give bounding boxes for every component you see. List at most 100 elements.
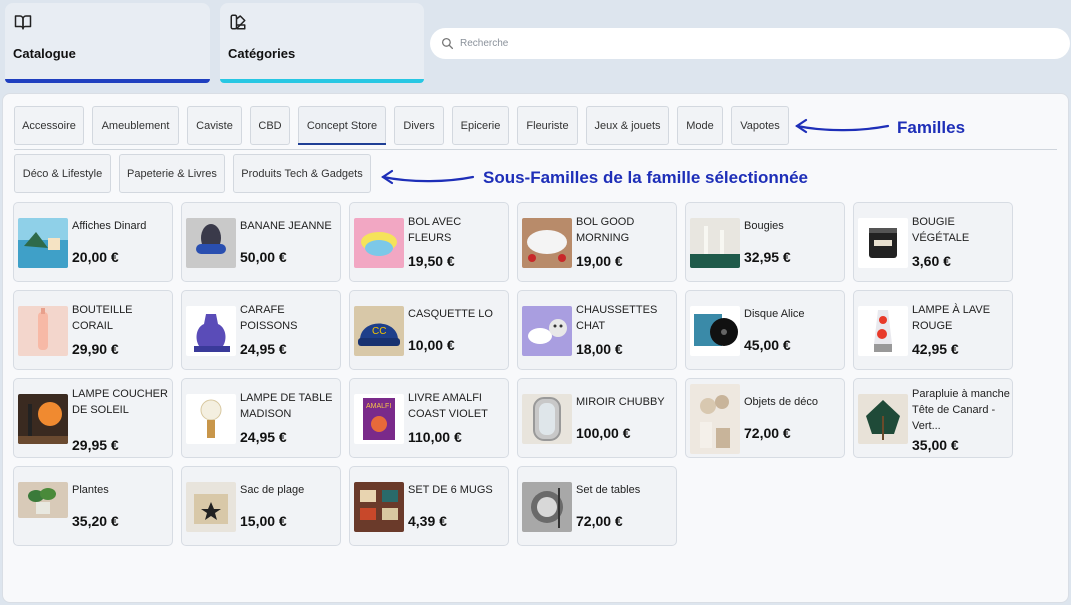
product-name: Set de tables [576,484,641,496]
product-price: 29,90 € [72,341,119,357]
product-thumbnail [522,306,572,356]
family-chip-concept-store-label: Concept Store [306,119,378,132]
product-name: Objets de déco [744,396,818,408]
family-chip-fleuriste[interactable]: Fleuriste [517,106,578,145]
search-bar [430,28,1070,59]
product-price: 18,00 € [576,341,623,357]
product-price: 72,00 € [744,425,791,441]
subfamily-chip-deco-lifestyle[interactable]: Déco & Lifestyle [14,154,111,193]
product-name: CASQUETTE LO [408,308,493,320]
book-icon [14,15,32,30]
categories-icon [230,14,246,30]
product-card[interactable]: BANANE JEANNE 50,00 € [181,202,341,282]
family-chip-mode[interactable]: Mode [677,106,723,145]
product-card[interactable]: Sac de plage 15,00 € [181,466,341,546]
product-name: Plantes [72,484,109,496]
product-price: 42,95 € [912,341,959,357]
product-price: 72,00 € [576,513,623,529]
product-name: Bougies [744,220,784,232]
tab-catalogue-accent-bar [5,79,210,83]
selected-family-underline [298,143,386,145]
tab-categories-label: Catégories [228,46,296,61]
tab-categories-accent-bar [220,79,424,83]
product-name: BOL AVEC FLEURS [408,216,462,244]
product-name: LAMPE DE TABLE MADISON [240,392,333,420]
product-price: 35,00 € [912,437,959,453]
product-name: Parapluie à manche Tête de Canard - Vert… [912,388,1010,432]
product-thumbnail: AMALFI [354,394,404,444]
product-card[interactable]: LAMPE À LAVE ROUGE 42,95 € [853,290,1013,370]
product-card[interactable]: MIROIR CHUBBY 100,00 € [517,378,677,458]
subfamilies-annotation: Sous-Familles de la famille sélectionnée [483,168,809,187]
product-name: BANANE JEANNE [240,220,332,232]
family-chip-divers[interactable]: Divers [394,106,444,145]
svg-text:AMALFI: AMALFI [366,403,391,410]
product-card[interactable]: Objets de déco 72,00 € [685,378,845,458]
product-thumbnail [858,394,908,444]
product-thumbnail [690,384,740,454]
product-thumbnail [18,394,68,444]
svg-text:CC: CC [372,326,386,337]
family-chip-epicerie[interactable]: Epicerie [452,106,509,145]
product-card[interactable]: LAMPE COUCHER DE SOLEIL 29,95 € [13,378,173,458]
product-price: 32,95 € [744,249,791,265]
product-card[interactable]: AMALFI LIVRE AMALFI COAST VIOLET 110,00 … [349,378,509,458]
family-chip-concept-store[interactable]: Concept Store [298,106,386,145]
product-thumbnail [354,482,404,532]
family-chip-caviste[interactable]: Caviste [187,106,242,145]
product-card[interactable]: BOUTEILLE CORAIL 29,90 € [13,290,173,370]
product-price: 24,95 € [240,341,287,357]
product-card[interactable]: Bougies 32,95 € [685,202,845,282]
product-price: 10,00 € [408,337,455,353]
product-card[interactable]: CC CASQUETTE LO 10,00 € [349,290,509,370]
product-price: 19,50 € [408,253,455,269]
product-card[interactable]: BOUGIE VÉGÉTALE 3,60 € [853,202,1013,282]
subfamily-chip-papeterie-livres[interactable]: Papeterie & Livres [119,154,225,193]
family-chip-vapotes[interactable]: Vapotes [731,106,789,145]
families-annotation: Familles [897,118,966,137]
product-name: LAMPE COUCHER DE SOLEIL [72,388,168,416]
tab-categories[interactable]: Catégories [220,3,424,83]
search-input[interactable] [460,32,1040,55]
family-chip-ameublement[interactable]: Ameublement [92,106,179,145]
family-chip-jeux-jouets[interactable]: Jeux & jouets [586,106,669,145]
product-card[interactable]: CHAUSSETTES CHAT 18,00 € [517,290,677,370]
tab-catalogue[interactable]: Catalogue [5,3,210,83]
product-card[interactable]: Affiches Dinard 20,00 € [13,202,173,282]
product-name: Sac de plage [240,484,305,496]
product-name: BOL GOOD MORNING [576,216,635,244]
product-price: 45,00 € [744,337,791,353]
product-thumbnail [186,218,236,268]
product-card[interactable]: SET DE 6 MUGS 4,39 € [349,466,509,546]
product-card[interactable]: BOL GOOD MORNING 19,00 € [517,202,677,282]
tab-catalogue-label: Catalogue [13,46,76,61]
product-thumbnail [186,306,236,356]
product-name: Disque Alice [744,308,805,320]
product-card[interactable]: Plantes 35,20 € [13,466,173,546]
product-thumbnail [186,394,236,444]
family-chip-cbd[interactable]: CBD [250,106,290,145]
product-card[interactable]: LAMPE DE TABLE MADISON 24,95 € [181,378,341,458]
product-thumbnail [858,306,908,356]
product-thumbnail [522,218,572,268]
product-thumbnail [690,306,740,356]
product-thumbnail [690,218,740,268]
product-price: 24,95 € [240,429,287,445]
subfamily-chip-produits-tech-gadgets[interactable]: Produits Tech & Gadgets [233,154,371,193]
families-divider [14,149,1057,150]
product-card[interactable]: Set de tables 72,00 € [517,466,677,546]
product-thumbnail [18,482,68,518]
product-thumbnail [522,482,572,532]
product-price: 20,00 € [72,249,119,265]
family-chip-accessoire[interactable]: Accessoire [14,106,84,145]
search-icon [441,37,454,50]
product-card[interactable]: Parapluie à manche Tête de Canard - Vert… [853,378,1013,458]
product-card[interactable]: BOL AVEC FLEURS 19,50 € [349,202,509,282]
product-name: LIVRE AMALFI COAST VIOLET [408,392,488,420]
product-thumbnail [18,306,68,356]
product-name: CHAUSSETTES CHAT [576,304,658,332]
product-card[interactable]: Disque Alice 45,00 € [685,290,845,370]
product-price: 15,00 € [240,513,287,529]
product-name: MIROIR CHUBBY [576,396,665,408]
product-card[interactable]: CARAFE POISSONS 24,95 € [181,290,341,370]
